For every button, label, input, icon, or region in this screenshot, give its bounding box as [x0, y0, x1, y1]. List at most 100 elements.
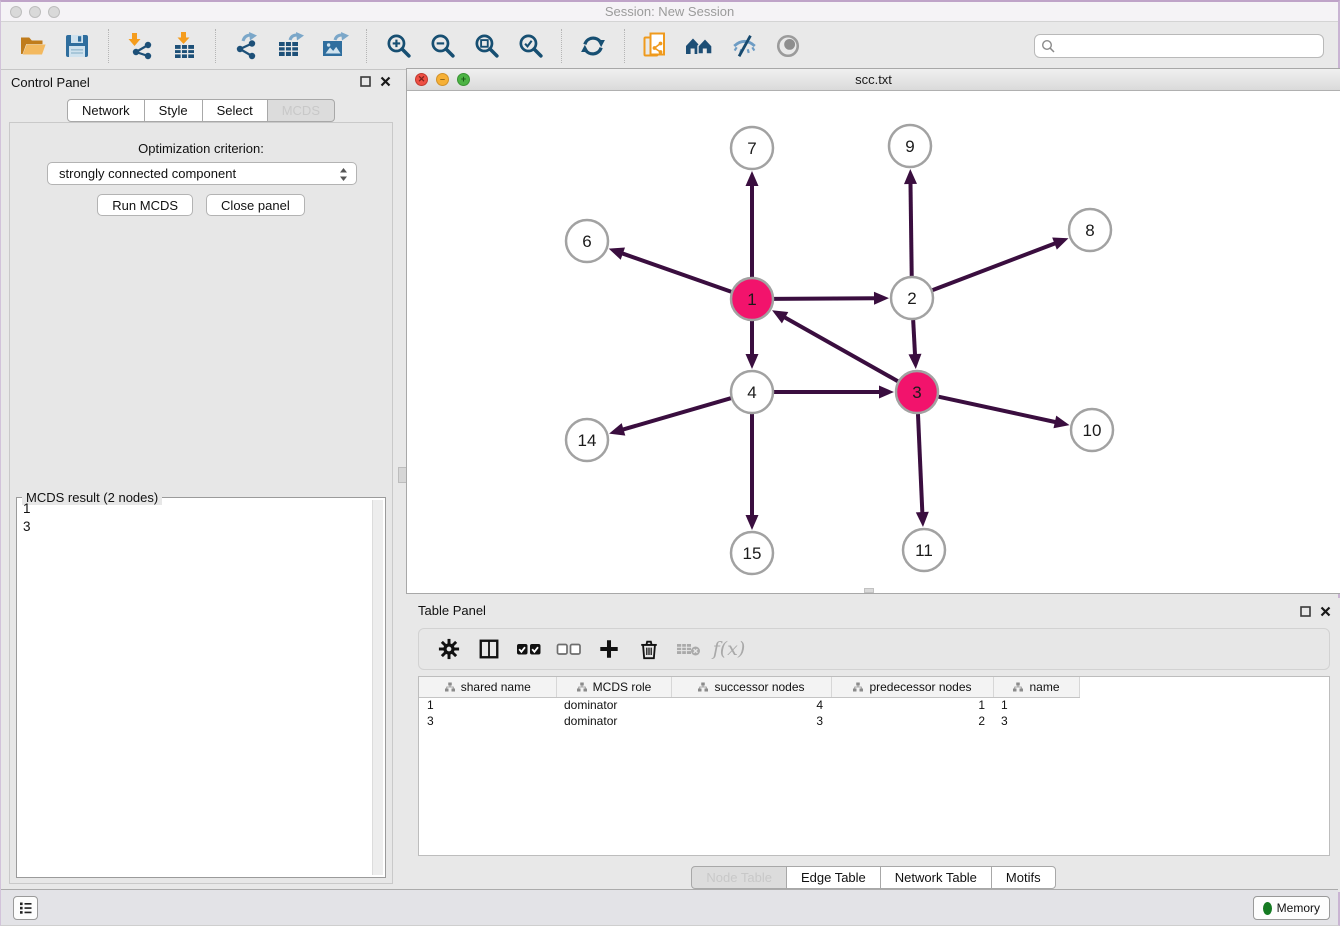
show-all-networks-button[interactable] — [685, 31, 715, 61]
task-history-button[interactable] — [13, 896, 38, 920]
table-cell[interactable]: 1 — [831, 697, 993, 713]
float-panel-icon[interactable] — [360, 76, 371, 87]
export-table-button[interactable] — [276, 31, 306, 61]
tab-edge-table[interactable]: Edge Table — [786, 866, 881, 889]
tab-network-table[interactable]: Network Table — [880, 866, 992, 889]
memory-button[interactable]: Memory — [1253, 896, 1330, 920]
graph-edge[interactable] — [938, 397, 1069, 429]
table-cell[interactable]: dominator — [556, 713, 671, 729]
tab-network[interactable]: Network — [67, 99, 145, 122]
close-panel-button[interactable]: Close panel — [206, 194, 305, 216]
graph-edge[interactable] — [916, 414, 929, 527]
select-all-button[interactable] — [515, 635, 543, 663]
graph-edge[interactable] — [904, 169, 917, 276]
graph-node[interactable]: 2 — [891, 277, 933, 319]
tab-mcds[interactable]: MCDS — [267, 99, 335, 122]
table-row[interactable]: 3dominator323 — [419, 713, 1330, 729]
graph-node[interactable]: 6 — [566, 220, 608, 262]
graph-node[interactable]: 10 — [1071, 409, 1113, 451]
table-cell[interactable]: 1 — [993, 697, 1079, 713]
table-cell[interactable]: 1 — [419, 697, 556, 713]
graph-node[interactable]: 11 — [903, 529, 945, 571]
hide-panels-button[interactable] — [729, 31, 759, 61]
column-header[interactable]: MCDS role — [556, 677, 671, 697]
graph-edge[interactable] — [774, 292, 889, 305]
status-bar: Memory — [1, 889, 1338, 925]
column-header[interactable]: name — [993, 677, 1079, 697]
graph-node[interactable]: 8 — [1069, 209, 1111, 251]
network-canvas[interactable]: 7 9 6 8 1 2 4 3 14 10 15 11 — [407, 91, 1340, 593]
zoom-in-button[interactable] — [383, 31, 413, 61]
search-input[interactable] — [1034, 34, 1324, 58]
graph-node[interactable]: 9 — [889, 125, 931, 167]
graph-edge[interactable] — [746, 414, 759, 530]
graph-node[interactable]: 15 — [731, 532, 773, 574]
column-visibility-button[interactable] — [475, 635, 503, 663]
open-session-button[interactable] — [18, 31, 48, 61]
tab-node-table[interactable]: Node Table — [691, 866, 787, 889]
control-panel-title: Control Panel — [11, 75, 90, 90]
graph-node[interactable]: 3 — [896, 371, 938, 413]
table-cell[interactable]: 2 — [831, 713, 993, 729]
run-mcds-button[interactable]: Run MCDS — [97, 194, 193, 216]
criterion-select[interactable]: strongly connected component — [47, 162, 357, 185]
table-cell[interactable]: 3 — [419, 713, 556, 729]
export-image-button[interactable] — [320, 31, 350, 61]
graph-node[interactable]: 14 — [566, 419, 608, 461]
import-network-icon — [126, 32, 154, 60]
edge-arrowhead — [746, 171, 759, 186]
result-item[interactable]: 1 — [19, 500, 371, 518]
column-header[interactable]: successor nodes — [671, 677, 831, 697]
export-network-button[interactable] — [232, 31, 262, 61]
column-header-filler — [1079, 677, 1330, 697]
graph-edge[interactable] — [609, 247, 732, 291]
tab-select[interactable]: Select — [202, 99, 268, 122]
table-row[interactable]: 1dominator411 — [419, 697, 1330, 713]
result-scrollbar[interactable] — [372, 500, 383, 875]
close-panel-icon[interactable] — [380, 76, 391, 87]
graph-node[interactable]: 1 — [731, 278, 773, 320]
save-icon — [64, 33, 90, 59]
delete-column-button[interactable] — [635, 635, 663, 663]
column-header[interactable]: predecessor nodes — [831, 677, 993, 697]
tab-motifs[interactable]: Motifs — [991, 866, 1056, 889]
toolbar-separator — [108, 29, 109, 63]
table-cell[interactable]: dominator — [556, 697, 671, 713]
result-item[interactable]: 3 — [19, 518, 371, 536]
float-panel-icon[interactable] — [1300, 606, 1311, 617]
create-column-button[interactable] — [595, 635, 623, 663]
table-cell[interactable] — [1079, 713, 1330, 729]
graph-edge[interactable] — [609, 398, 731, 435]
node-table[interactable]: shared nameMCDS rolesuccessor nodesprede… — [418, 676, 1330, 856]
copy-style-button[interactable] — [641, 31, 671, 61]
tab-style[interactable]: Style — [144, 99, 203, 122]
refresh-button[interactable] — [578, 31, 608, 61]
zoom-selected-button[interactable] — [515, 31, 545, 61]
plus-icon — [598, 638, 620, 660]
table-settings-button[interactable] — [435, 635, 463, 663]
graph-node[interactable]: 4 — [731, 371, 773, 413]
column-header[interactable]: shared name — [419, 677, 556, 697]
import-table-button[interactable] — [169, 31, 199, 61]
save-session-button[interactable] — [62, 31, 92, 61]
graph-edge[interactable] — [933, 237, 1069, 290]
edge-arrowhead — [908, 354, 921, 369]
graph-edge[interactable] — [908, 320, 921, 369]
network-graph[interactable]: 7 9 6 8 1 2 4 3 14 10 15 11 — [407, 91, 1340, 593]
graph-edge[interactable] — [746, 321, 759, 369]
graph-edge[interactable] — [746, 171, 759, 277]
zoom-fit-button[interactable] — [471, 31, 501, 61]
graph-edge[interactable] — [774, 386, 894, 399]
graph-edge[interactable] — [772, 310, 898, 381]
graph-node[interactable]: 7 — [731, 127, 773, 169]
import-network-button[interactable] — [125, 31, 155, 61]
table-cell[interactable]: 3 — [671, 713, 831, 729]
table-cell[interactable] — [1079, 697, 1330, 713]
deselect-all-button[interactable] — [555, 635, 583, 663]
close-panel-icon[interactable] — [1320, 606, 1331, 617]
zoom-out-button[interactable] — [427, 31, 457, 61]
horizontal-splitter-handle[interactable] — [864, 588, 874, 593]
titlebar: Session: New Session — [1, 2, 1338, 22]
table-cell[interactable]: 4 — [671, 697, 831, 713]
table-cell[interactable]: 3 — [993, 713, 1079, 729]
